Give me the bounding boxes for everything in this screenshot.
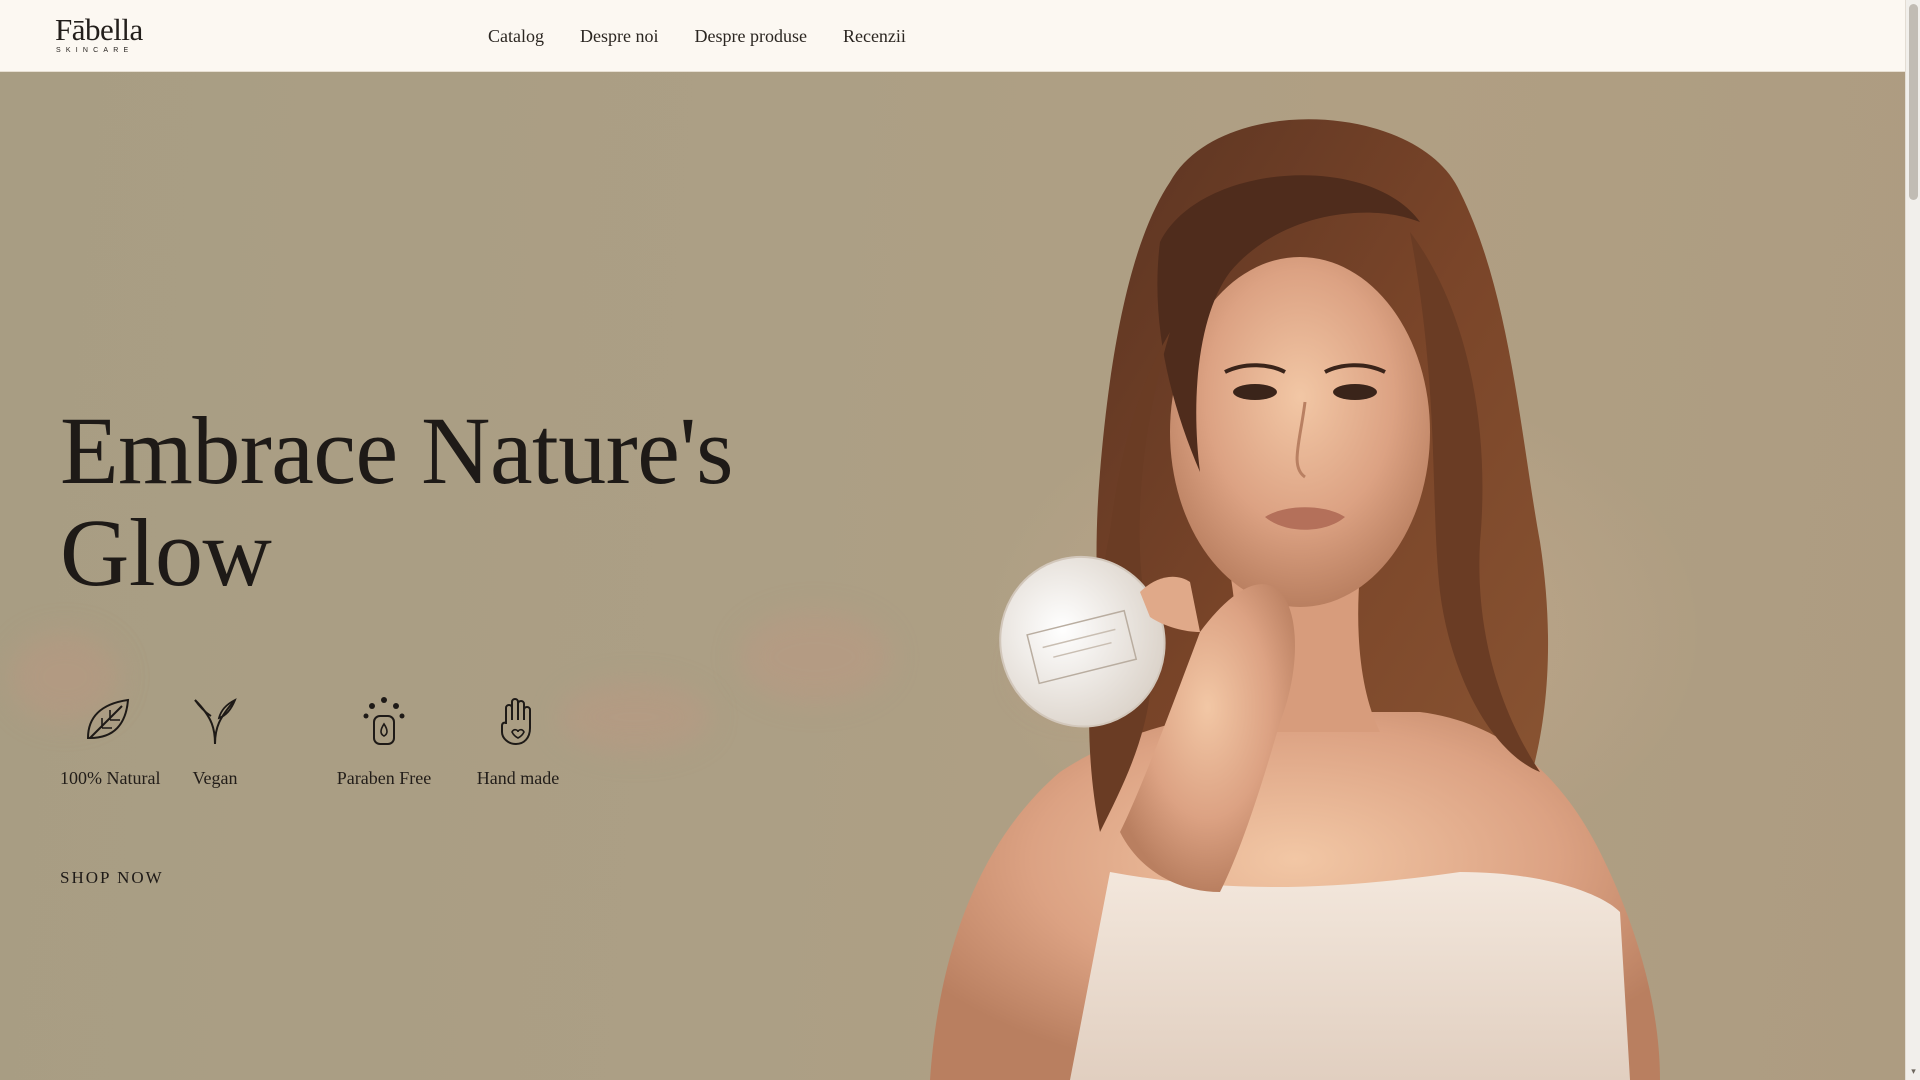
brand-subtitle: SKINCARE	[56, 47, 134, 54]
feature-vegan: Vegan	[180, 694, 250, 789]
droplet-bottle-icon	[363, 697, 405, 745]
feature-paraben-free: Paraben Free	[336, 694, 432, 789]
brand-logo[interactable]: Fābella SKINCARE	[55, 12, 143, 58]
model-photo	[930, 119, 1660, 1080]
feature-label-hand-made: Hand made	[476, 768, 560, 788]
feature-label-natural: 100% Natural	[60, 768, 161, 788]
nav-item-recenzii[interactable]: Recenzii	[843, 26, 906, 47]
hero-banner: Embrace Nature's Glow 100% Natural Vegan…	[0, 72, 1905, 1080]
hero-title-line2: Glow	[60, 499, 272, 606]
shop-now-button[interactable]: SHOP NOW	[60, 868, 164, 888]
background-pattern	[740, 612, 890, 702]
background-pattern	[560, 682, 710, 752]
main-nav: Catalog Despre noi Despre produse Recenz…	[488, 0, 942, 72]
site-header: Fābella SKINCARE Catalog Despre noi Desp…	[0, 0, 1905, 72]
hero-title-line1: Embrace Nature's	[60, 397, 733, 504]
nav-item-catalog[interactable]: Catalog	[488, 26, 544, 47]
nav-item-despre-noi[interactable]: Despre noi	[580, 26, 658, 47]
feature-hand-made: Hand made	[476, 694, 560, 789]
feature-natural: 100% Natural	[60, 694, 161, 789]
hand-icon	[501, 698, 531, 746]
page-scrollbar[interactable]: ▾	[1905, 0, 1920, 1080]
feature-label-paraben-free: Paraben Free	[336, 768, 432, 788]
page: Fābella SKINCARE Catalog Despre noi Desp…	[0, 0, 1920, 1080]
leaf-icon	[86, 698, 130, 739]
scroll-down-arrow-icon[interactable]: ▾	[1909, 1068, 1918, 1077]
feature-list: 100% Natural Vegan Paraben Free Hand mad…	[60, 694, 580, 804]
feature-label-vegan: Vegan	[192, 768, 238, 788]
hero-title: Embrace Nature's Glow	[60, 400, 840, 604]
nav-item-despre-produse[interactable]: Despre produse	[694, 26, 806, 47]
sprout-icon	[194, 698, 237, 745]
scrollbar-thumb[interactable]	[1909, 4, 1918, 200]
brand-name: Fābella	[55, 12, 143, 47]
